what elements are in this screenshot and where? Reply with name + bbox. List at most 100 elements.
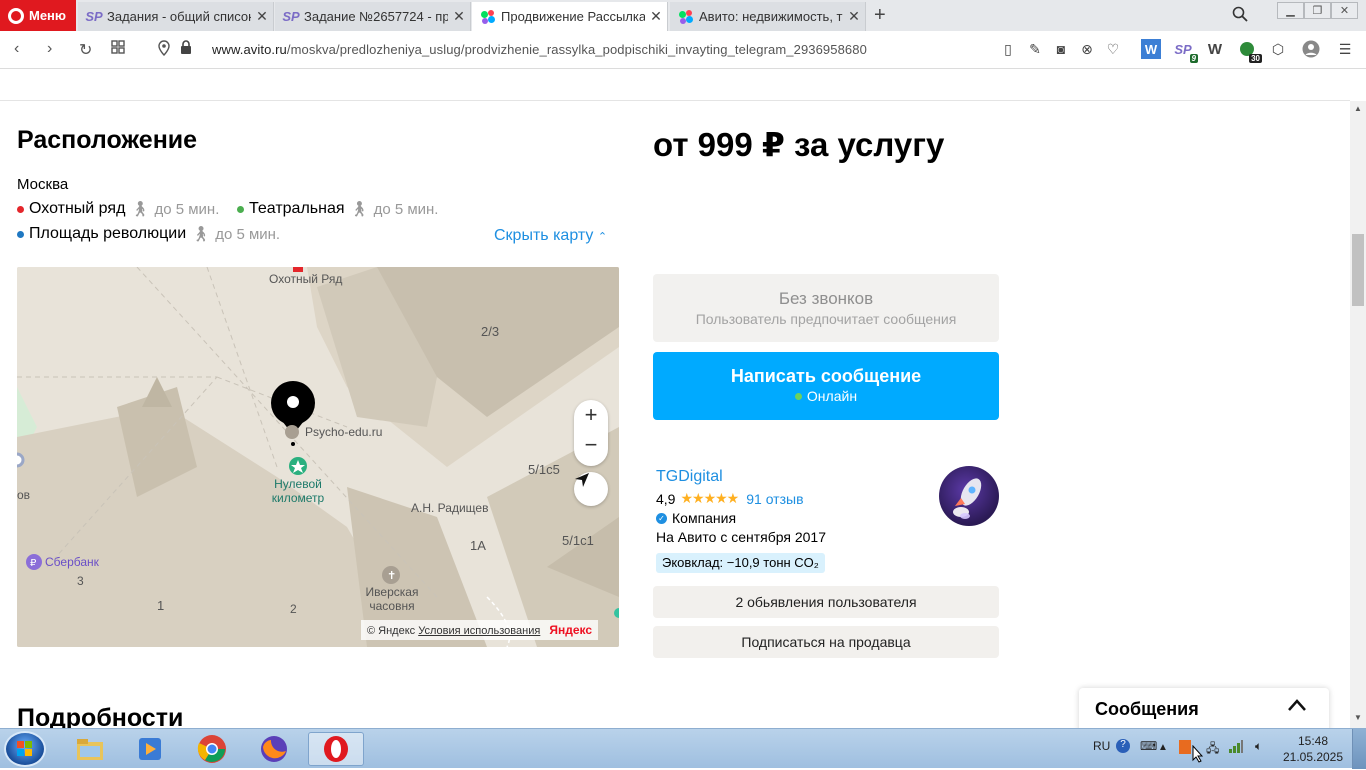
show-desktop-button[interactable] [1352, 729, 1366, 769]
zoom-out-button[interactable]: − [574, 432, 608, 458]
green-badge: 30 [1249, 54, 1262, 63]
url-field[interactable]: www.avito.ru/moskva/predlozheniya_uslug/… [212, 42, 867, 57]
close-window-icon[interactable]: ✕ [1331, 2, 1358, 19]
reviews-link[interactable]: 91 отзыв [746, 491, 803, 507]
location-pin-icon[interactable] [158, 40, 170, 61]
camera-icon[interactable]: ◙ [1051, 39, 1071, 59]
page-scrollbar[interactable]: ▲ ▼ [1350, 101, 1366, 728]
show-hidden-icons[interactable]: ▲ [1158, 742, 1168, 753]
green-extension-icon[interactable]: 30 [1237, 39, 1262, 63]
scroll-down-icon[interactable]: ▼ [1354, 713, 1362, 722]
clock-date: 21.05.2025 [1282, 750, 1344, 764]
edit-icon[interactable]: ✎ [1025, 39, 1045, 59]
seller-rating: 4,9 ★★★★★ 91 отзыв [656, 490, 804, 507]
map-label-building: 5/1с5 [528, 462, 560, 477]
yandex-map[interactable]: ✝ ₽ Охотный Ряд 2/3 Psycho-edu.ru Нулево… [17, 267, 619, 647]
map-label-building: 2/3 [481, 324, 500, 339]
map-label-okhotny-ryad: Охотный Ряд [269, 272, 343, 286]
walk-time: до 5 мин. [215, 225, 281, 243]
tab-title: Задание №2657724 - про [304, 9, 448, 24]
rocket-icon [953, 478, 982, 519]
seller-avatar[interactable] [939, 466, 999, 526]
ad-block-icon[interactable]: ⊗ [1077, 39, 1097, 59]
easy-setup-icon[interactable]: ☰ [1335, 39, 1355, 59]
scroll-up-icon[interactable]: ▲ [1354, 104, 1362, 113]
maximize-icon[interactable]: ❐ [1304, 2, 1331, 19]
opera-logo-icon [8, 7, 24, 24]
subscribe-seller-button[interactable]: Подписаться на продавца [653, 626, 999, 658]
station-name: Площадь революции [29, 225, 187, 242]
minimize-icon[interactable]: ▁ [1277, 2, 1304, 19]
hide-map-link[interactable]: Скрыть карту ⌃ [494, 227, 607, 245]
map-label-psycho-edu: Psycho-edu.ru [305, 425, 383, 439]
messages-panel[interactable]: Сообщения [1079, 688, 1329, 732]
system-clock[interactable]: 15:48 21.05.2025 [1282, 733, 1344, 765]
cube-icon[interactable]: ⬡ [1268, 39, 1288, 59]
opera-taskbar-icon[interactable] [308, 732, 364, 766]
w-extension-icon[interactable]: W [1141, 39, 1161, 59]
map-label-zero-km: Нулевой километр [271, 477, 325, 505]
heart-icon[interactable]: ♡ [1103, 39, 1123, 59]
close-icon[interactable]: ✕ [251, 8, 273, 25]
close-icon[interactable]: ✕ [448, 8, 470, 25]
tab-avito-home[interactable]: Авито: недвижимость, тра ✕ [670, 2, 866, 31]
walking-icon: 🚶︎ [349, 201, 369, 218]
svg-text:₽: ₽ [30, 558, 37, 569]
tab-task-detail[interactable]: SP Задание №2657724 - про ✕ [275, 2, 471, 31]
new-tab-icon[interactable]: + [874, 4, 886, 27]
scrollbar-thumb[interactable] [1352, 234, 1364, 306]
geolocation-button[interactable] [574, 472, 608, 506]
metro-station-okhotny: Охотный ряд 🚶︎ до 5 мин. [17, 200, 219, 218]
terms-of-use-link[interactable]: Условия использования [418, 625, 540, 637]
explorer-taskbar-icon[interactable] [62, 732, 118, 766]
office-tray-icon[interactable] [1178, 739, 1192, 758]
map-label-sberbank: Сбербанк [45, 555, 99, 569]
write-message-button[interactable]: Написать сообщение Онлайн [653, 352, 999, 420]
tab-tasks-list[interactable]: SP Задания - общий список s ✕ [78, 2, 274, 31]
search-tabs-icon[interactable] [1232, 6, 1248, 26]
windows-logo-icon [17, 741, 32, 756]
svg-text:✝: ✝ [387, 569, 396, 582]
firefox-taskbar-icon[interactable] [246, 732, 302, 766]
start-button[interactable] [4, 731, 46, 767]
volume-icon[interactable]: 🔈︎ [1255, 739, 1262, 754]
reader-mode-icon[interactable]: ▯ [998, 39, 1018, 59]
lock-icon[interactable] [180, 40, 192, 60]
chrome-taskbar-icon[interactable] [184, 732, 240, 766]
url-host: www.avito.ru [212, 42, 287, 57]
close-icon[interactable]: ✕ [645, 8, 667, 25]
metro-station-ploshchad: Площадь революции 🚶︎ до 5 мин. [17, 225, 280, 243]
sp-extension-icon[interactable]: SP 9 [1173, 39, 1198, 63]
tab-avito-offer[interactable]: Продвижение Рассылка П ✕ [472, 2, 668, 31]
user-ads-button[interactable]: 2 обьявления пользователя [653, 586, 999, 618]
sp-favicon-icon: SP [282, 9, 300, 24]
address-bar: ‹ › ↻ www.avito.ru/moskva/predlozheniya_… [0, 31, 1366, 69]
reload-icon[interactable]: ↻ [79, 40, 92, 60]
speed-dial-icon[interactable] [111, 40, 125, 59]
close-icon[interactable]: ✕ [843, 8, 865, 25]
chevron-up-icon[interactable] [1287, 698, 1307, 717]
signal-icon[interactable] [1228, 739, 1244, 756]
opera-menu-button[interactable]: Меню [0, 0, 76, 31]
online-dot-icon [794, 392, 802, 400]
seller-name-link[interactable]: TGDigital [656, 468, 723, 486]
walking-icon: 🚶︎ [130, 201, 150, 218]
keyboard-icon[interactable]: ⌨ [1140, 739, 1157, 753]
profile-icon[interactable] [1301, 39, 1321, 59]
zoom-in-button[interactable]: + [574, 402, 608, 428]
zoom-control: + − [574, 400, 608, 466]
eco-contribution-badge[interactable]: Эковклад: −10,9 тонн CO₂ [656, 553, 825, 573]
network-device-icon[interactable]: 🖧 [1206, 739, 1219, 760]
metro-line-dot [17, 205, 24, 213]
forward-icon[interactable]: › [47, 40, 52, 58]
back-icon[interactable]: ‹ [14, 40, 19, 58]
metro-line-dot [17, 230, 24, 238]
help-icon[interactable]: ? [1116, 739, 1130, 753]
no-calls-title: Без звонков [778, 289, 874, 308]
wikipedia-icon[interactable]: W [1205, 39, 1225, 59]
yandex-logo[interactable]: Яндекс [549, 623, 592, 637]
language-indicator[interactable]: RU [1093, 739, 1110, 753]
details-title: Подробности [17, 704, 184, 728]
sp-badge: 9 [1189, 54, 1198, 63]
media-player-taskbar-icon[interactable] [122, 732, 178, 766]
